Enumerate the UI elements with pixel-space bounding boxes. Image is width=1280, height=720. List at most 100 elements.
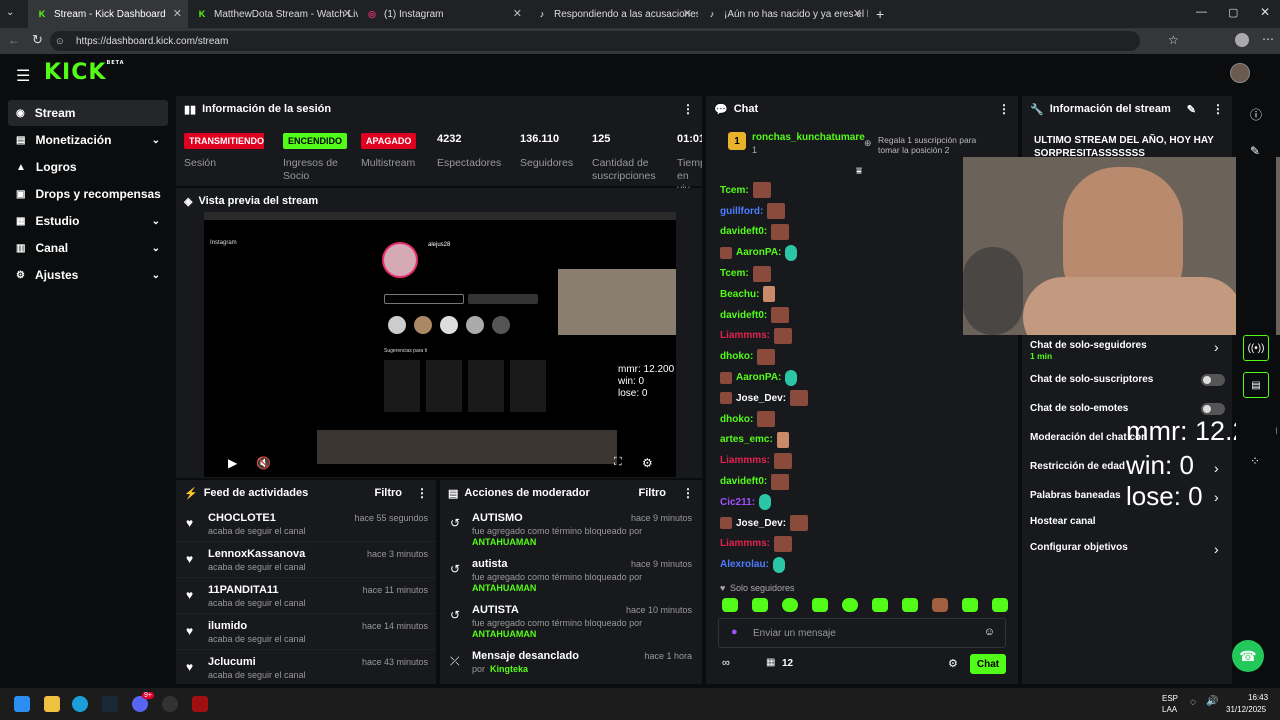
mod-filter-button[interactable]: Filtro [639,487,667,499]
gift-cta[interactable]: Regala 1 suscripción para tomar la posic… [878,135,990,155]
menu-dots-icon[interactable]: ⋯ [1262,32,1274,46]
tab-close-icon[interactable]: ✕ [683,7,692,20]
chat-username[interactable]: Beachu: [720,289,759,300]
broadcast-button[interactable]: ((•)) [1243,335,1269,361]
emote-icon[interactable] [992,598,1008,612]
chat-username[interactable]: Alexrolau: [720,559,769,570]
close-window-icon[interactable]: ✕ [1260,5,1270,19]
sidebar-item[interactable]: ◉ Stream [8,100,168,126]
emote-icon[interactable] [752,598,768,612]
mod-action-item[interactable]: ↺ AUTISMO fue agregado como término bloque… [440,506,702,552]
tab-close-icon[interactable]: ✕ [173,7,182,20]
chat-message[interactable]: Cic211: [706,492,1018,513]
browser-tab[interactable]: K MatthewDota Stream - Watch Live ✕ [188,0,358,28]
edge-icon[interactable] [72,696,88,712]
chat-username[interactable]: davideft0: [720,226,767,237]
sidebar-item[interactable]: ▲ Logros [8,154,168,180]
fullscreen-icon[interactable]: ⛶ [614,456,622,469]
chat-username[interactable]: artes_emc: [720,434,773,445]
layout-button[interactable]: ▤ [1243,372,1269,398]
new-tab-button[interactable]: + [876,6,884,22]
emote-icon[interactable] [902,598,918,612]
feed-filter-button[interactable]: Filtro [375,487,403,499]
chat-username[interactable]: Tcem: [720,268,749,279]
back-icon[interactable]: ← [8,33,20,47]
edit-icon[interactable]: ✎ [1187,103,1196,116]
chat-menu-icon[interactable]: ⋮ [998,102,1010,116]
chat-username[interactable]: Jose_Dev: [736,393,786,404]
browser-tab[interactable]: K Stream - Kick Dashboard ✕ [28,0,188,28]
chat-username[interactable]: AaronPA: [736,372,781,383]
chat-username[interactable]: dhoko: [720,351,753,362]
feed-item[interactable]: ♥ CHOCLOTE1 acaba de seguir el canal hace 5… [176,506,436,542]
url-field[interactable]: ⊙ https://dashboard.kick.com/stream [50,31,1140,51]
emoji-icon[interactable]: ☺ [984,626,995,638]
chat-message[interactable]: Liammms: [706,450,1018,471]
pinned-username[interactable]: ronchas_kunchatumare [752,132,865,143]
chat-message[interactable]: Liammms: [706,534,1018,555]
feed-item[interactable]: ♥ LennoxKassanova acaba de seguir el canal… [176,542,436,578]
stream-preview-video[interactable]: Instagram alejus28 Sugerencias para ti m… [204,212,676,477]
mod-user[interactable]: ANTAHUAMAN [472,537,536,547]
chat-username[interactable]: Jose_Dev: [736,518,786,529]
minimize-icon[interactable]: — [1196,6,1207,18]
chat-username[interactable]: guillford: [720,206,763,217]
chat-collapse-icon[interactable]: ⩸ [856,166,862,177]
chevron-right-icon[interactable]: › [1214,460,1219,476]
emote-icon[interactable] [932,598,948,612]
tab-close-icon[interactable]: ✕ [513,7,522,20]
clock-time[interactable]: 16:43 [1248,693,1268,702]
hamburger-icon[interactable]: ☰ [16,66,30,86]
kick-logo[interactable]: KICKBETA [44,60,125,85]
chat-username[interactable]: Cic211: [720,497,755,508]
wifi-icon[interactable]: ◌ [1190,697,1196,708]
mod-user[interactable]: Kingteka [490,664,528,674]
favorite-icon[interactable]: ☆ [1168,33,1179,47]
chat-message[interactable]: dhoko: [706,346,1018,367]
emote-icon[interactable] [842,598,858,612]
chat-username[interactable]: davideft0: [720,476,767,487]
chat-username[interactable]: dhoko: [720,414,753,425]
emote-icon[interactable] [812,598,828,612]
setting-label[interactable]: Hostear canal [1030,516,1096,527]
feed-item[interactable]: ♥ 11PANDITA11 acaba de seguir el canal hace… [176,578,436,614]
chat-username[interactable]: Liammms: [720,455,770,466]
users-icon[interactable]: ⁘ [1250,454,1260,468]
tab-close-icon[interactable]: ✕ [853,7,862,20]
emote-icon[interactable] [782,598,798,612]
chevron-right-icon[interactable]: › [1214,541,1219,557]
mod-action-item[interactable]: ⤫ Mensaje desanclado por Kingteka hace 1 hor… [440,644,702,684]
chat-message[interactable]: Jose_Dev: [706,513,1018,534]
setting-label[interactable]: Chat de solo-emotes [1030,403,1128,414]
chat-username[interactable]: Liammms: [720,330,770,341]
points-icon[interactable]: ∞ [722,657,730,669]
mod-action-item[interactable]: ↺ AUTISTA fue agregado como término bloque… [440,598,702,644]
sidebar-item[interactable]: ⚙ Ajustes ⌄ [8,262,168,288]
setting-label[interactable]: Palabras baneadas [1030,490,1121,501]
info-circle-icon[interactable]: ⓘ [1250,106,1262,123]
steam-icon[interactable] [102,696,118,712]
emote-icon[interactable] [872,598,888,612]
chat-send-button[interactable]: Chat [970,654,1006,674]
chevron-right-icon[interactable]: › [1214,339,1219,355]
pencil-icon[interactable]: ✎ [1250,144,1260,158]
more-options-icon[interactable]: ⋮ [682,102,694,116]
browser-tab[interactable]: ◎ (1) Instagram ✕ [358,0,528,28]
feed-item[interactable]: ♥ Jclucumi acaba de seguir el canal hace 43… [176,650,436,684]
site-info-icon[interactable]: ⊙ [56,36,64,47]
play-icon[interactable]: ▶ [228,456,237,470]
chevron-right-icon[interactable]: › [1214,489,1219,505]
mic-icon[interactable]: ● [731,626,738,638]
sidebar-item[interactable]: ▣ Drops y recompensas [8,181,168,207]
chat-input[interactable]: ● Enviar un mensaje ☺ [718,618,1006,648]
sidebar-item[interactable]: ▦ Estudio ⌄ [8,208,168,234]
sidebar-item[interactable]: ▤ Monetización ⌄ [8,127,168,153]
browser-tab[interactable]: ♪ Respondiendo a las acusaciones # ✕ [528,0,698,28]
mod-user[interactable]: ANTAHUAMAN [472,629,536,639]
chat-settings-icon[interactable]: ⚙ [948,657,958,670]
setting-label[interactable]: Chat de solo-seguidores [1030,340,1147,351]
chat-message[interactable]: dhoko: [706,409,1018,430]
setting-label[interactable]: Configurar objetivos [1030,542,1128,553]
setting-label[interactable]: Restricción de edad [1030,461,1125,472]
browser-tab[interactable]: ♪ ¡Aún no has nacido y ya eres el be ✕ [698,0,868,28]
